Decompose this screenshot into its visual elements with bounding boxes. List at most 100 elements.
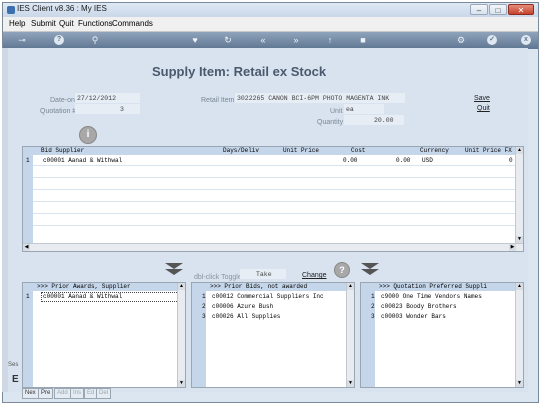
preferred-title: >>> Quotation Preferred Suppli (379, 283, 488, 290)
prior-award-item[interactable]: c00001 Aanad & Withwal (43, 293, 122, 300)
prior-bids-header: >>> Prior Bids, not awarded (192, 283, 354, 291)
save-link[interactable]: Save (474, 95, 490, 102)
date-on-label: Date-on (50, 97, 75, 104)
menu-commands[interactable]: Commands (112, 19, 153, 28)
row-divider (33, 177, 518, 178)
menu-submit[interactable]: Submit (31, 19, 56, 28)
bids-row-number: 1 (26, 157, 30, 164)
prior-bid-item[interactable]: c00006 Azure Bush (212, 303, 273, 310)
prior-awards-grid[interactable]: >>> Prior Awards, Supplier 1 c00001 Aana… (22, 282, 186, 388)
side-letter: E (12, 374, 19, 385)
col-unit-price[interactable]: Unit Price (283, 147, 319, 155)
toggle-label: dbl-click Toggle (194, 274, 242, 281)
scroll-left-arrow[interactable]: ◀ (23, 244, 30, 251)
scroll-down-arrow[interactable]: ▼ (516, 380, 523, 387)
menu-bar: Help Submit Quit Functions Commands (3, 17, 538, 32)
search-icon[interactable]: ⚲ (89, 35, 101, 46)
prior-bids-scrollbar[interactable]: ▲ ▼ (346, 283, 354, 387)
scroll-up-arrow[interactable]: ▲ (347, 283, 354, 290)
preferred-header: >>> Quotation Preferred Suppli (361, 283, 523, 291)
side-label: Ses (8, 362, 19, 368)
col-bid-supplier[interactable]: Bid Supplier (41, 147, 84, 155)
rewind-icon[interactable]: « (257, 35, 269, 46)
row-divider (33, 213, 518, 214)
bids-cell-currency[interactable]: USD (422, 157, 433, 164)
page-title: Supply Item: Retail ex Stock (152, 64, 327, 79)
upload-icon[interactable]: ↑ (324, 35, 336, 46)
unit-label: Unit (330, 108, 343, 115)
prior-bid-item[interactable]: c00026 All Supplies (212, 313, 280, 320)
take-value: Take (256, 271, 272, 278)
preferred-scrollbar[interactable]: ▲ ▼ (515, 283, 523, 387)
prior-bids-grid[interactable]: >>> Prior Bids, not awarded 1 c00012 Com… (191, 282, 355, 388)
prior-bid-item[interactable]: c00012 Commercial Suppliers Inc (212, 293, 324, 300)
refresh-icon[interactable]: ↻ (222, 35, 234, 46)
scroll-down-arrow[interactable]: ▼ (516, 236, 523, 243)
help-circle-icon[interactable]: ? (334, 262, 350, 278)
quantity-label: Quantity (317, 119, 344, 126)
chevron-down-icon[interactable] (165, 263, 183, 277)
prior-awards-scrollbar[interactable]: ▲ ▼ (177, 283, 185, 387)
window-title: IES Client v8.36 : My IES (17, 4, 107, 13)
bids-row-gutter (23, 155, 33, 251)
tab-next[interactable]: Nex (22, 388, 39, 399)
quantity-value: 20.00 (374, 117, 394, 124)
help-icon[interactable]: ? (54, 35, 64, 45)
row-number: 3 (371, 313, 375, 320)
tab-insert[interactable]: Ins (70, 388, 85, 399)
prior-awards-title: >>> Prior Awards, Supplier (37, 283, 131, 290)
preferred-supplier-item[interactable]: c9000 One Time Vendors Names (381, 293, 482, 300)
scroll-right-arrow[interactable]: ▶ (509, 244, 516, 251)
bids-vertical-scrollbar[interactable]: ▲ ▼ (515, 147, 523, 243)
row-number: 2 (371, 303, 375, 310)
tab-previous[interactable]: Pre (38, 388, 54, 399)
scroll-down-arrow[interactable]: ▼ (178, 380, 185, 387)
preferred-supplier-item[interactable]: c00003 Wonder Bars (381, 313, 446, 320)
gear-icon[interactable]: ⚙ (455, 35, 467, 46)
fast-forward-icon[interactable]: » (290, 35, 302, 46)
bids-cell-supplier[interactable]: c00001 Aanad & Withwal (43, 157, 122, 164)
quotation-field[interactable] (75, 104, 140, 114)
close-icon[interactable]: x (521, 35, 531, 45)
menu-help[interactable]: Help (9, 19, 25, 28)
row-divider (33, 165, 518, 166)
bids-grid-header: Bid Supplier Days/Deliv Unit Price Cost … (23, 147, 523, 155)
scroll-up-arrow[interactable]: ▲ (516, 147, 523, 154)
quit-link[interactable]: Quit (477, 105, 490, 112)
col-unit-price-fx[interactable]: Unit Price FX (465, 147, 512, 155)
row-number: 3 (202, 313, 206, 320)
unit-value: ea (346, 106, 354, 113)
preferred-suppliers-grid[interactable]: >>> Quotation Preferred Suppli 1 c9000 O… (360, 282, 524, 388)
date-on-value: 27/12/2012 (77, 95, 117, 102)
scroll-down-arrow[interactable]: ▼ (347, 380, 354, 387)
maximize-button[interactable]: □ (489, 4, 507, 15)
check-icon[interactable]: ✓ (487, 35, 497, 45)
bids-cell-unit-price[interactable]: 0.00 (343, 157, 357, 164)
bids-cell-cost[interactable]: 0.00 (396, 157, 410, 164)
chevron-down-icon[interactable] (361, 263, 379, 277)
key-icon[interactable]: ⊸ (13, 35, 31, 46)
retail-item-label: Retail Item (201, 97, 235, 104)
col-cost[interactable]: Cost (351, 147, 365, 155)
tab-add[interactable]: Add (54, 388, 71, 399)
bids-cell-fx[interactable]: 0 (509, 157, 513, 164)
col-currency[interactable]: Currency (420, 147, 449, 155)
minimize-button[interactable]: – (470, 4, 488, 15)
tab-delete[interactable]: Del (96, 388, 112, 399)
row-number: 1 (202, 293, 206, 300)
bids-grid[interactable]: Bid Supplier Days/Deliv Unit Price Cost … (22, 146, 524, 252)
bids-horizontal-scrollbar[interactable]: ◀ ▶ (23, 243, 523, 251)
heart-icon[interactable]: ♥ (189, 35, 201, 46)
row-divider (33, 225, 518, 226)
scroll-up-arrow[interactable]: ▲ (516, 283, 523, 290)
menu-functions[interactable]: Functions (78, 19, 113, 28)
scroll-up-arrow[interactable]: ▲ (178, 283, 185, 290)
menu-quit[interactable]: Quit (59, 19, 74, 28)
row-divider (33, 189, 518, 190)
col-days-deliv[interactable]: Days/Deliv (223, 147, 259, 155)
change-link[interactable]: Change (302, 272, 327, 279)
preferred-supplier-item[interactable]: c00023 Boody Brothers (381, 303, 457, 310)
stop-icon[interactable]: ■ (357, 35, 369, 46)
close-window-button[interactable]: ✕ (508, 4, 534, 15)
info-icon[interactable]: i (79, 126, 97, 144)
